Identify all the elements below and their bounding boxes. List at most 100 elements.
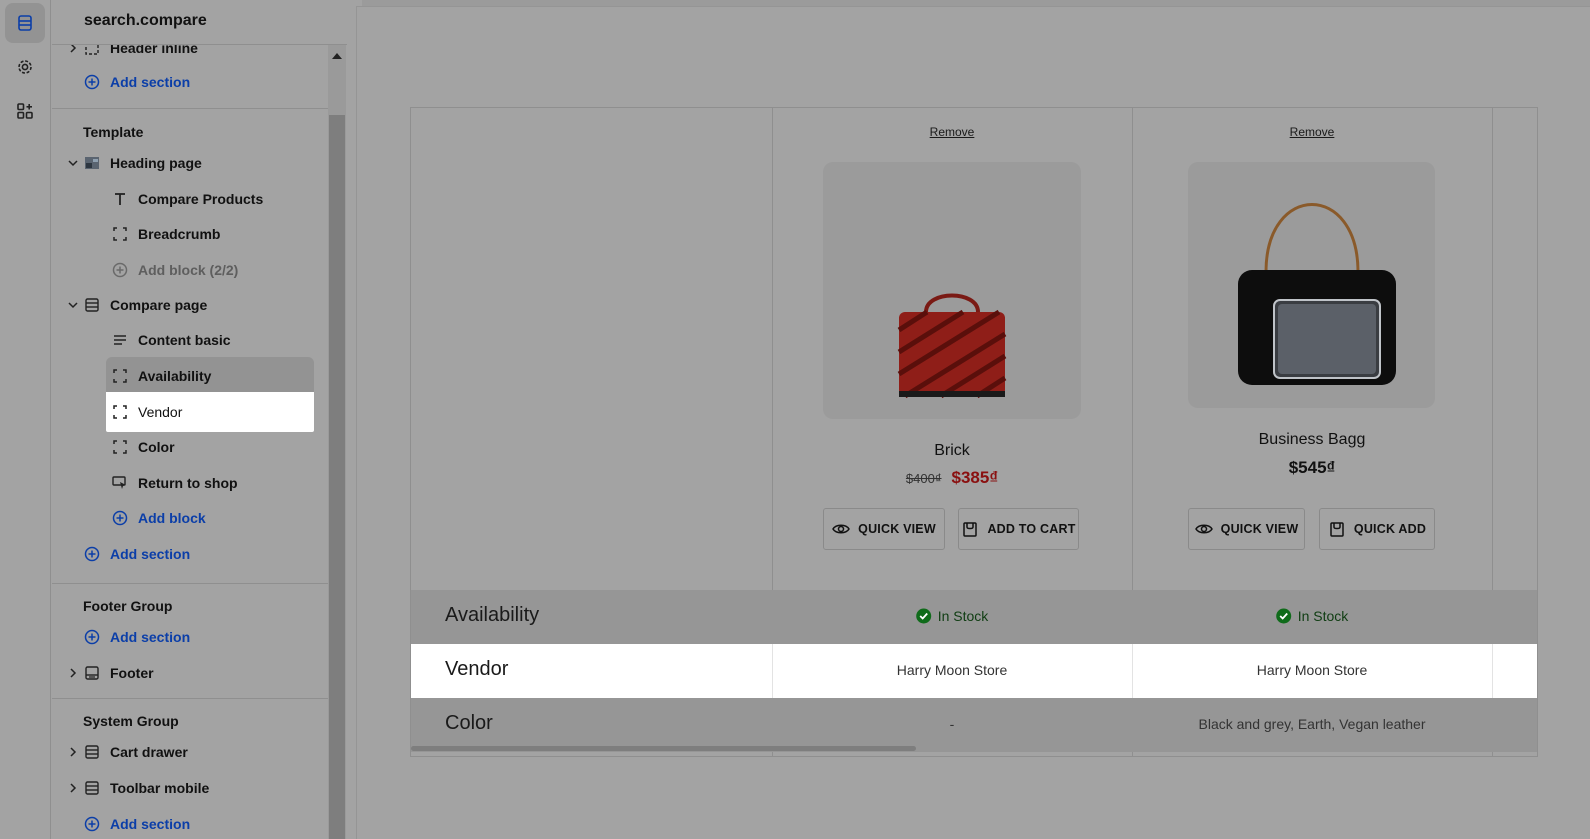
horizontal-scrollbar[interactable] <box>411 746 916 751</box>
button-label: ADD TO CART <box>987 522 1076 536</box>
sidebar-item-label: Cart drawer <box>110 744 188 760</box>
product-name[interactable]: Business Bagg <box>1259 431 1366 449</box>
remove-link[interactable]: Remove <box>930 125 975 139</box>
block-label: Breadcrumb <box>138 226 221 242</box>
chevron-down-icon[interactable] <box>67 299 79 311</box>
section-layout-icon <box>84 780 100 796</box>
add-section-button[interactable]: Add section <box>52 64 328 100</box>
block-label: Color <box>138 439 175 455</box>
sidebar-scroll-area[interactable]: Header inline Add section Template Headi… <box>52 0 328 839</box>
quick-view-button[interactable]: QUICK VIEW <box>823 508 945 550</box>
block-breadcrumb[interactable]: Breadcrumb <box>52 216 328 252</box>
add-block-label: Add block (2/2) <box>138 262 239 278</box>
sale-price: $385₫ <box>951 468 999 487</box>
add-circle-icon <box>84 816 100 832</box>
button-label: QUICK ADD <box>1353 522 1427 536</box>
vendor-value[interactable]: Harry Moon Store <box>1257 662 1367 678</box>
chevron-down-icon[interactable] <box>67 157 79 169</box>
app-icon-rail <box>0 0 51 839</box>
section-layout-icon <box>84 297 100 313</box>
sidebar-item-compare-page[interactable]: Compare page <box>52 287 328 323</box>
block-availability[interactable]: Availability <box>52 358 328 394</box>
quick-view-button[interactable]: QUICK VIEW <box>1188 508 1305 550</box>
block-label: Return to shop <box>138 475 238 491</box>
sidebar-item-cart-drawer[interactable]: Cart drawer <box>52 734 328 770</box>
compare-at-price: $400₫ <box>905 471 942 486</box>
block-return-to-shop[interactable]: Return to shop <box>52 465 328 501</box>
column-divider <box>772 644 773 698</box>
block-content-basic[interactable]: Content basic <box>52 322 328 358</box>
column-divider <box>1132 644 1133 698</box>
vendor-value[interactable]: Harry Moon Store <box>897 662 1007 678</box>
text-icon <box>112 191 128 207</box>
sidebar-item-heading-page[interactable]: Heading page <box>52 145 328 181</box>
sections-sidebar: Header inline Add section Template Headi… <box>52 0 347 839</box>
product-image-business-bagg[interactable] <box>1188 162 1435 408</box>
add-block-button[interactable]: Add block <box>52 500 328 536</box>
sidebar-item-footer[interactable]: Footer <box>52 655 328 691</box>
check-circle-icon <box>916 608 932 624</box>
group-title-footer: Footer Group <box>83 598 173 614</box>
scrollbar-thumb[interactable] <box>329 115 345 839</box>
add-section-button[interactable]: Add section <box>52 619 328 655</box>
add-to-cart-button[interactable]: ADD TO CART <box>958 508 1079 550</box>
add-circle-icon <box>112 262 128 278</box>
sidebar-item-label: Compare page <box>110 297 208 313</box>
scroll-up-arrow-icon[interactable] <box>332 53 342 59</box>
sections-icon[interactable] <box>5 3 45 43</box>
settings-icon[interactable] <box>5 47 45 87</box>
row-label: Vendor <box>445 658 509 680</box>
product-name[interactable]: Brick <box>934 442 970 460</box>
button-label: QUICK VIEW <box>858 522 936 536</box>
block-label: Content basic <box>138 332 231 348</box>
quick-add-button[interactable]: QUICK ADD <box>1319 508 1435 550</box>
color-value: Black and grey, Earth, Vegan leather <box>1198 716 1426 732</box>
compare-row-color: Color - Black and grey, Earth, Vegan lea… <box>411 698 1537 752</box>
page-title: search.compare <box>84 12 207 29</box>
stock-status: In Stock <box>1276 608 1348 624</box>
add-section-label: Add section <box>110 629 191 645</box>
block-color[interactable]: Color <box>52 429 328 465</box>
sidebar-item-toolbar-mobile[interactable]: Toolbar mobile <box>52 770 328 806</box>
block-icon <box>112 368 128 384</box>
compare-row-vendor[interactable]: Vendor Harry Moon Store Harry Moon Store <box>411 644 1537 698</box>
chevron-right-icon[interactable] <box>67 782 79 794</box>
remove-link[interactable]: Remove <box>1290 125 1335 139</box>
color-value: - <box>949 716 955 732</box>
chevron-right-icon[interactable] <box>67 667 79 679</box>
block-compare-products[interactable]: Compare Products <box>52 181 328 217</box>
sidebar-item-label: Footer <box>110 665 154 681</box>
sidebar-scrollbar[interactable] <box>328 45 346 839</box>
row-label: Color <box>445 712 493 734</box>
row-label: Availability <box>445 604 540 626</box>
eye-icon <box>832 524 851 534</box>
button-cursor-icon <box>112 475 128 491</box>
add-circle-icon <box>84 546 100 562</box>
product-image-brick[interactable] <box>823 162 1081 419</box>
block-icon <box>112 404 128 420</box>
compare-table: Remove Brick $400₫ $385₫ QUICK VIEW ADD … <box>410 107 1538 757</box>
sidebar-header: search.compare <box>52 0 347 45</box>
divider <box>52 108 328 109</box>
add-section-label: Add section <box>110 74 191 90</box>
apps-icon[interactable] <box>5 91 45 131</box>
check-circle-icon <box>1276 608 1292 624</box>
compare-row-availability: Availability In Stock In Stock <box>411 590 1537 644</box>
stock-status: In Stock <box>916 608 988 624</box>
add-section-button[interactable]: Add section <box>52 806 328 839</box>
add-circle-icon <box>84 629 100 645</box>
sidebar-item-label: Toolbar mobile <box>110 780 210 796</box>
eye-icon <box>1194 524 1213 534</box>
divider <box>52 698 328 699</box>
add-block-button-disabled: Add block (2/2) <box>52 252 328 288</box>
add-circle-icon <box>84 74 100 90</box>
block-vendor[interactable]: Vendor <box>52 394 328 430</box>
button-label: QUICK VIEW <box>1220 522 1299 536</box>
image-banner-icon <box>84 155 100 171</box>
block-label: Vendor <box>138 404 183 420</box>
divider <box>52 583 328 584</box>
chevron-right-icon[interactable] <box>67 746 79 758</box>
add-section-button[interactable]: Add section <box>52 536 328 572</box>
block-label: Compare Products <box>138 191 264 207</box>
add-block-label: Add block <box>138 510 206 526</box>
